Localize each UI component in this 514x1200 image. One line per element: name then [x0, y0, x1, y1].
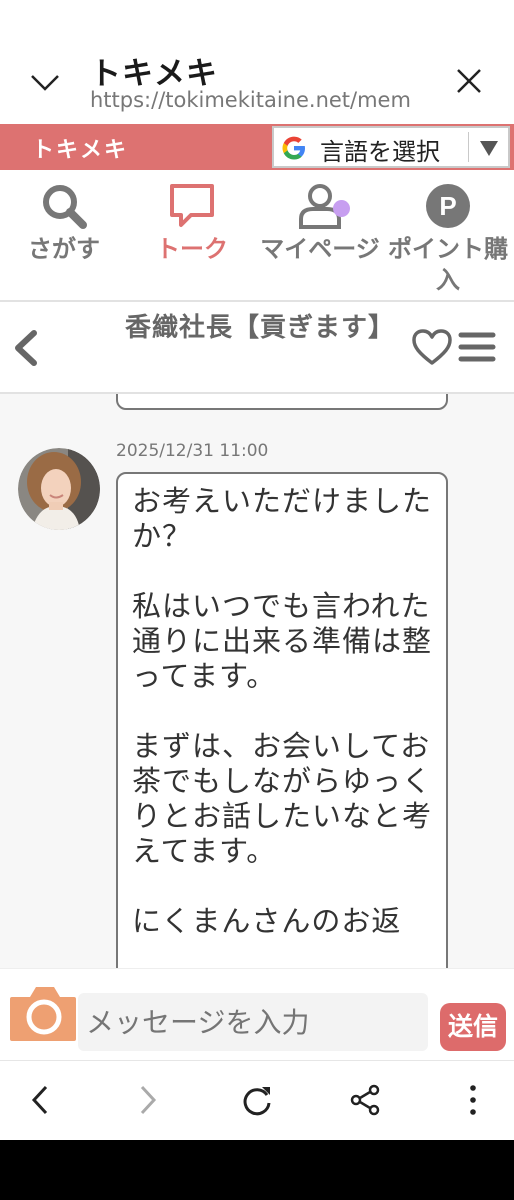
message-list[interactable]: 2025/12/31 11:00 お考えいただけましたか？ 私はいつでも言われた — [0, 394, 514, 968]
notification-dot — [333, 200, 350, 217]
app-screen: トキメキ https://tokimekitaine.net/mem トキメキ … — [0, 0, 514, 1200]
system-navigation-bar — [0, 1140, 514, 1200]
reload-icon[interactable] — [240, 1083, 274, 1117]
divider — [468, 132, 469, 162]
previous-message-bubble — [116, 394, 448, 410]
message-input[interactable] — [78, 993, 428, 1051]
message-bubble: お考えいただけましたか？ 私はいつでも言われた通りに出来る準備は整ってます。 ま… — [116, 472, 448, 968]
google-logo-icon — [282, 136, 305, 160]
nav-label-mypage: マイページ — [260, 235, 380, 263]
close-icon[interactable] — [454, 66, 484, 96]
language-select-label: 言語を選択 — [320, 138, 440, 166]
main-nav: さがす トーク マイページ P ポイント購入 — [0, 170, 514, 302]
nav-label-points: ポイント購入 — [388, 235, 508, 294]
message-text: お考えいただけましたか？ 私はいつでも言われた通りに出来る準備は整ってます。 ま… — [132, 484, 433, 938]
more-options-icon[interactable] — [456, 1083, 490, 1117]
browser-title: トキメキ — [90, 56, 218, 92]
chevron-down-icon[interactable] — [30, 70, 60, 94]
nav-item-talk[interactable]: トーク — [128, 180, 256, 265]
svg-text:P: P — [439, 191, 456, 221]
back-arrow-icon[interactable] — [24, 1083, 58, 1117]
chat-header: 香織社長【貢ぎます】 — [0, 302, 514, 394]
heart-icon[interactable] — [411, 328, 453, 366]
browser-url[interactable]: https://tokimekitaine.net/mem — [90, 88, 430, 112]
chat-bubble-icon — [170, 184, 214, 227]
forward-arrow-icon[interactable] — [130, 1083, 164, 1117]
avatar[interactable] — [18, 448, 100, 530]
share-icon[interactable] — [348, 1083, 382, 1117]
send-button[interactable]: 送信 — [440, 1003, 506, 1051]
nav-label-search: さがす — [28, 235, 100, 263]
brand-logo-text[interactable]: トキメキ — [32, 132, 128, 164]
nav-item-mypage[interactable]: マイページ — [256, 180, 384, 265]
triangle-down-icon — [480, 141, 498, 156]
chat-partner-name: 香織社長【貢ぎます】 — [124, 313, 395, 343]
point-p-icon: P — [426, 184, 470, 228]
site-banner: トキメキ 言語を選択 — [0, 124, 514, 170]
back-icon[interactable] — [12, 329, 40, 367]
search-icon — [43, 185, 87, 229]
language-select[interactable]: 言語を選択 — [272, 126, 510, 168]
browser-toolbar — [0, 1060, 514, 1140]
browser-header: トキメキ https://tokimekitaine.net/mem — [0, 0, 514, 124]
message-composer: 送信 — [0, 968, 514, 1060]
nav-item-points[interactable]: P ポイント購入 — [384, 180, 512, 296]
camera-icon[interactable] — [8, 981, 78, 1043]
nav-item-search[interactable]: さがす — [0, 180, 128, 265]
nav-label-talk: トーク — [156, 235, 228, 263]
message-timestamp: 2025/12/31 11:00 — [116, 441, 269, 461]
menu-icon[interactable] — [458, 330, 496, 364]
